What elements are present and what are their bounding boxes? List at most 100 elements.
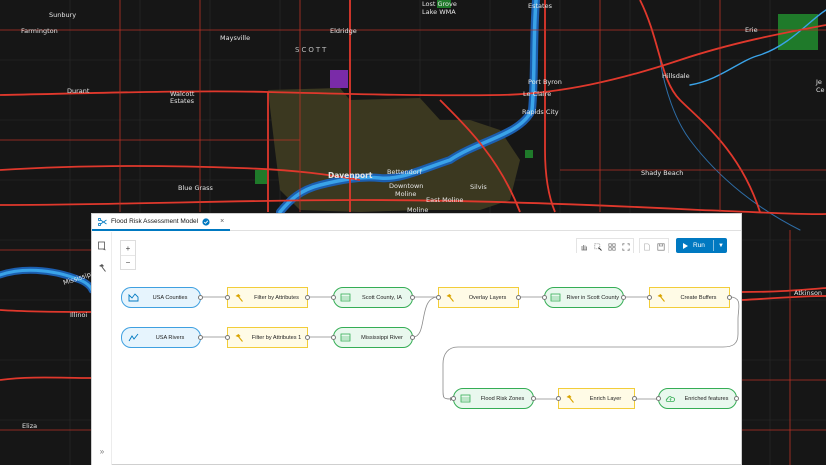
node-mississippi-river[interactable]: Mississippi River [331,327,415,348]
output-port[interactable] [198,335,203,340]
input-port[interactable] [556,396,561,401]
expand-rail-button[interactable]: » [97,447,107,457]
map-label-hillsdale: Hillsdale [662,72,690,80]
map-label-east-moline: East Moline [426,196,463,204]
connection-lines [201,295,740,401]
output-port[interactable] [727,295,732,300]
input-port[interactable] [331,335,336,340]
layer-output-icon [545,293,566,302]
input-port[interactable] [225,295,230,300]
tab-bar: Flood Risk Assessment Model × [92,214,741,231]
node-usa-counties[interactable]: USA Counties [121,287,203,308]
node-scott-county-ia[interactable]: Scott County, IA [331,287,415,308]
map-label-lost-grove: Lost Grove [422,0,457,8]
toolbar-group-view [576,238,634,254]
map-label-blue-grass: Blue Grass [178,184,214,192]
node-label: Flood Risk Zones [480,395,525,402]
node-flood-risk-zones[interactable]: Flood Risk Zones [451,388,536,409]
output-port[interactable] [734,396,739,401]
canvas-toolbar [576,238,673,254]
hammer-icon [559,394,581,404]
node-enrich-layer[interactable]: Enrich Layer [556,388,637,409]
map-label-eliza: Eliza [22,422,37,430]
node-label: Mississippi River [361,334,403,341]
node-filter-by-attributes[interactable]: Filter by Attributes [225,287,310,308]
node-enriched-features[interactable]: Enriched features [656,388,739,409]
output-port[interactable] [305,335,310,340]
output-port[interactable] [516,295,521,300]
map-label-port-byron: Port Byron [528,78,562,86]
input-port[interactable] [331,295,336,300]
hammer-icon [228,293,250,303]
input-port[interactable] [656,396,661,401]
input-port[interactable] [542,295,547,300]
node-label: Filter by Attributes 1 [251,334,302,341]
fit-to-screen-icon[interactable] [619,239,633,254]
node-label: Enrich Layer [589,395,622,402]
pan-hand-icon[interactable] [577,239,591,254]
save-icon[interactable] [654,239,668,254]
node-overlay-layers[interactable]: Overlay Layers [436,287,521,308]
hammer-icon [439,293,461,303]
model-builder-panel: Flood Risk Assessment Model × » + − Run … [91,213,742,465]
map-label-le-claire: Le Claire [523,90,551,98]
play-icon [683,242,688,249]
map-label-silvis: Silvis [470,183,487,191]
layer-output-icon [454,394,476,403]
new-document-icon[interactable] [640,239,654,254]
bookmark-icon[interactable] [97,238,107,251]
map-label-walcott-estates: Estates [170,97,195,105]
output-port[interactable] [410,335,415,340]
map-label-shady-beach: Shady Beach [641,169,683,177]
input-port[interactable] [451,396,456,401]
map-label-bettendorf: Bettendorf [387,168,422,176]
map-label-maysville: Maysville [220,34,250,42]
node-label: Scott County, IA [361,294,402,301]
hammer-icon [650,293,672,303]
zoom-in-button[interactable]: + [121,241,135,255]
tools-hammer-icon[interactable] [97,260,107,272]
select-icon[interactable] [591,239,605,254]
auto-layout-icon[interactable] [605,239,619,254]
input-port[interactable] [647,295,652,300]
output-port[interactable] [198,295,203,300]
map-label-moline: Moline [395,190,416,198]
map-label-scott-county: SCOTT [295,46,328,54]
run-label: Run [693,242,705,249]
chevron-down-icon[interactable]: ▼ [718,243,724,249]
run-button[interactable]: Run ▼ [676,238,727,253]
map-label-sunbury: Sunbury [49,11,76,19]
output-port[interactable] [621,295,626,300]
output-port[interactable] [305,295,310,300]
output-port[interactable] [410,295,415,300]
map-label-atkinson: Atkinson [794,289,822,297]
node-filter-by-attributes-1[interactable]: Filter by Attributes 1 [225,327,310,348]
run-button-divider [712,240,714,251]
layer-output-icon [334,333,356,342]
tab-flood-risk-model[interactable]: Flood Risk Assessment Model × [92,214,231,231]
output-port[interactable] [632,396,637,401]
map-label-erie: Erie [745,26,758,34]
model-canvas[interactable]: USA Counties Filter by Attributes Scott … [113,259,741,463]
input-port[interactable] [225,335,230,340]
node-label: Overlay Layers [468,294,507,301]
verified-icon [202,217,210,226]
cloud-output-icon [659,394,681,403]
output-port[interactable] [531,396,536,401]
map-label-eldridge: Eldridge [330,27,357,35]
close-tab-button[interactable]: × [220,218,224,225]
line-layer-icon [122,333,144,342]
node-create-buffers[interactable]: Create Buffers [647,287,732,308]
tab-title: Flood Risk Assessment Model [111,218,199,225]
map-label-illinois: Illinoi [70,311,87,319]
node-usa-rivers[interactable]: USA Rivers [121,327,203,348]
node-label: River in Scott County [566,294,619,301]
model-icon [98,217,107,226]
node-river-in-scott-county[interactable]: River in Scott County [542,287,626,308]
input-port[interactable] [436,295,441,300]
map-label-durant: Durant [67,87,90,95]
node-label: Filter by Attributes [254,294,299,301]
map-label-rapids-city: Rapids City [522,108,559,116]
toolbar-group-file [639,238,669,254]
node-label: USA Rivers [155,334,185,341]
